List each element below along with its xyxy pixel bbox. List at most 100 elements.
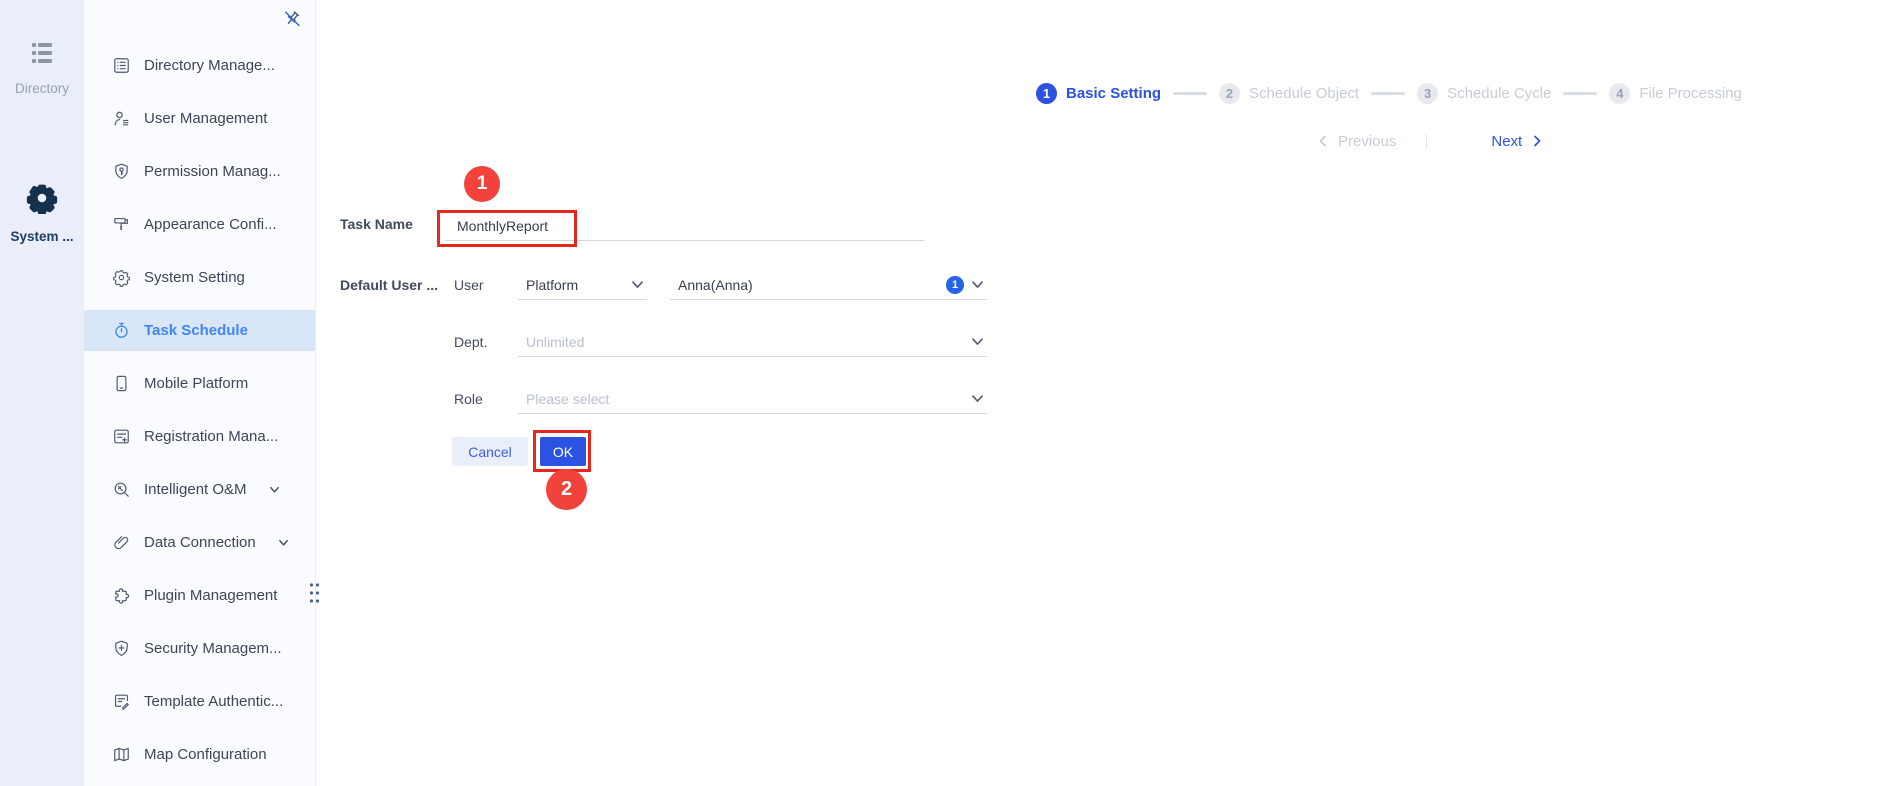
sidebar-item-security-management[interactable]: Security Managem...	[84, 622, 315, 675]
step-label: Schedule Object	[1249, 85, 1360, 102]
template-authentication-icon	[112, 692, 131, 711]
map-configuration-icon	[112, 745, 131, 764]
sidebar-item-label: Appearance Confi...	[144, 216, 277, 233]
task-schedule-page: { "rail": { "items": [ { "label": "Direc…	[0, 0, 1892, 786]
chevron-left-icon	[1316, 134, 1330, 148]
chevron-right-icon	[1530, 134, 1544, 148]
rail-item-directory[interactable]: Directory	[0, 40, 84, 96]
sidebar-item-appearance-config[interactable]: Appearance Confi...	[84, 198, 315, 251]
step-number-badge: 2	[1219, 83, 1241, 104]
user-type-select[interactable]: Platform	[518, 270, 647, 300]
chevron-down-icon	[970, 334, 985, 349]
task-name-field	[445, 212, 924, 241]
default-user-label: Default User ...	[340, 277, 439, 293]
sidebar-item-label: Permission Manag...	[144, 163, 281, 180]
mobile-platform-icon	[112, 374, 131, 393]
step-label: File Processing	[1639, 85, 1742, 102]
step-number-badge: 3	[1417, 83, 1439, 104]
system-setting-icon	[112, 268, 131, 287]
wizard-nav: Previous Next	[1316, 131, 1544, 151]
task-name-input[interactable]	[445, 218, 924, 234]
sidebar-item-label: Task Schedule	[144, 322, 248, 339]
role-sublabel: Role	[454, 391, 483, 407]
permission-management-icon	[112, 162, 131, 181]
step-connector	[1173, 92, 1208, 95]
selected-count-badge: 1	[946, 275, 964, 294]
system-gear-icon	[26, 182, 58, 214]
next-label: Next	[1491, 132, 1523, 150]
sidebar-item-map-configuration[interactable]: Map Configuration	[84, 728, 315, 781]
plugin-management-icon	[112, 586, 131, 605]
module-rail: Directory System ...	[0, 0, 84, 786]
step-connector	[1371, 92, 1406, 95]
sidebar: Directory Manage... User Management Perm…	[84, 0, 320, 786]
step-file-processing: 4 File Processing	[1609, 83, 1742, 104]
chevron-down-icon	[268, 483, 281, 496]
rail-item-system[interactable]: System ...	[0, 182, 84, 244]
annotation-marker-2: 2	[546, 469, 587, 510]
security-management-icon	[112, 639, 131, 658]
user-type-value: Platform	[526, 276, 579, 293]
sidebar-item-label: System Setting	[144, 269, 245, 286]
directory-list-icon	[28, 40, 56, 66]
step-schedule-cycle: 3 Schedule Cycle	[1417, 83, 1551, 104]
intelligent-om-icon	[112, 480, 131, 499]
annotation-marker-1: 1	[464, 166, 500, 202]
sidebar-item-label: Intelligent O&M	[144, 481, 247, 498]
sidebar-item-label: Security Managem...	[144, 640, 282, 657]
nav-divider	[1426, 133, 1428, 149]
sidebar-resize-handle[interactable]	[307, 580, 322, 606]
user-management-icon	[112, 109, 131, 128]
step-connector	[1563, 92, 1598, 95]
role-placeholder: Please select	[526, 390, 610, 407]
step-label: Schedule Cycle	[1447, 85, 1552, 102]
sidebar-item-registration-management[interactable]: Registration Mana...	[84, 410, 315, 463]
sidebar-item-permission-management[interactable]: Permission Manag...	[84, 145, 315, 198]
user-sublabel: User	[454, 277, 484, 293]
appearance-config-icon	[112, 215, 131, 234]
task-schedule-icon	[112, 321, 131, 340]
step-label: Basic Setting	[1066, 85, 1162, 102]
data-connection-icon	[112, 533, 131, 552]
chevron-down-icon	[970, 277, 985, 292]
chevron-down-icon	[630, 277, 645, 292]
sidebar-item-directory-management[interactable]: Directory Manage...	[84, 39, 315, 92]
step-basic-setting: 1 Basic Setting	[1036, 83, 1161, 104]
sidebar-item-task-schedule[interactable]: Task Schedule	[84, 304, 315, 357]
step-number-badge: 1	[1036, 83, 1057, 104]
registration-management-icon	[112, 427, 131, 446]
sidebar-item-label: Mobile Platform	[144, 375, 249, 392]
sidebar-menu: Directory Manage... User Management Perm…	[84, 39, 315, 781]
unpin-icon[interactable]	[281, 8, 303, 30]
sidebar-item-label: Template Authentic...	[144, 693, 284, 710]
task-name-label: Task Name	[340, 216, 413, 232]
sidebar-item-plugin-management[interactable]: Plugin Management	[84, 569, 315, 622]
ok-button[interactable]: OK	[540, 437, 586, 466]
dept-placeholder: Unlimited	[526, 333, 585, 350]
user-select[interactable]: Anna(Anna) 1	[670, 270, 987, 300]
previous-button[interactable]: Previous	[1316, 133, 1396, 150]
wizard-stepper: 1 Basic Setting 2 Schedule Object 3 Sche…	[1036, 83, 1742, 104]
sidebar-item-system-setting[interactable]: System Setting	[84, 251, 315, 304]
step-schedule-object: 2 Schedule Object	[1219, 83, 1359, 104]
user-selected-value: Anna(Anna)	[678, 276, 753, 293]
sidebar-item-intelligent-om[interactable]: Intelligent O&M	[84, 463, 315, 516]
rail-label-directory: Directory	[14, 81, 69, 96]
dept-select[interactable]: Unlimited	[518, 327, 987, 357]
sidebar-item-label: Map Configuration	[144, 746, 267, 763]
sidebar-item-user-management[interactable]: User Management	[84, 92, 315, 145]
sidebar-item-label: Data Connection	[144, 534, 256, 551]
sidebar-item-label: Registration Mana...	[144, 428, 279, 445]
cancel-button[interactable]: Cancel	[452, 437, 528, 466]
sidebar-item-data-connection[interactable]: Data Connection	[84, 516, 315, 569]
chevron-down-icon	[970, 391, 985, 406]
sidebar-item-template-authentication[interactable]: Template Authentic...	[84, 675, 315, 728]
rail-label-system: System ...	[10, 229, 74, 244]
sidebar-item-mobile-platform[interactable]: Mobile Platform	[84, 357, 315, 410]
step-number-badge: 4	[1609, 83, 1631, 104]
chevron-down-icon	[277, 536, 290, 549]
dept-sublabel: Dept.	[454, 334, 488, 350]
directory-management-icon	[112, 56, 131, 75]
role-select[interactable]: Please select	[518, 384, 987, 414]
next-button[interactable]: Next	[1491, 133, 1544, 150]
